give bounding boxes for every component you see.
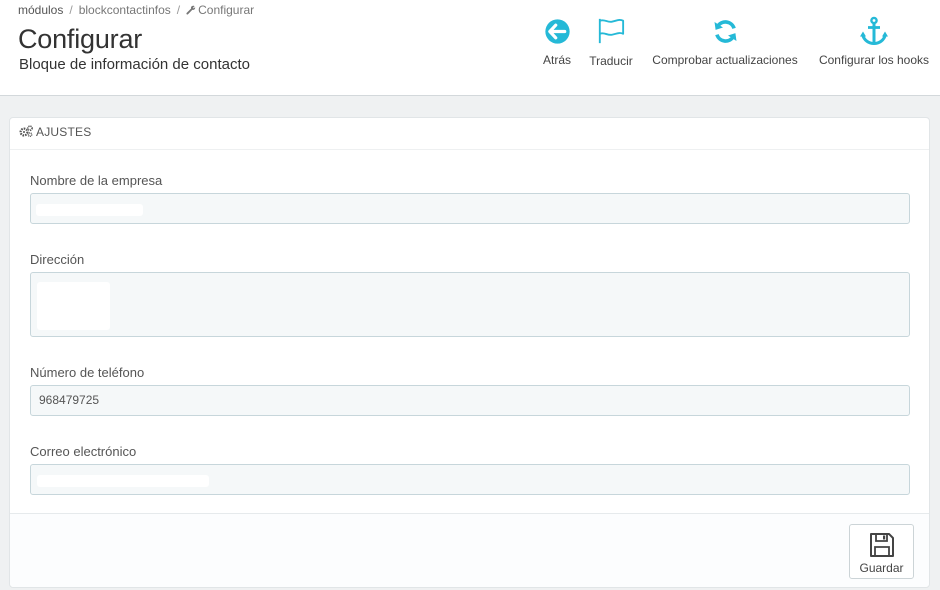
back-label: Atrás: [542, 53, 571, 67]
translate-label: Traducir: [589, 54, 633, 68]
floppy-disk-icon: [869, 533, 894, 557]
configure-hooks-button[interactable]: Configurar los hooks: [815, 16, 933, 67]
breadcrumb: módulos / blockcontactinfos / Configurar: [18, 3, 254, 17]
panel-heading-label: AJUSTES: [36, 125, 92, 139]
phone-field[interactable]: 968479725: [30, 385, 910, 416]
address-field[interactable]: [30, 272, 910, 337]
page-subtitle: Bloque de información de contacto: [19, 56, 250, 73]
cogs-icon: [19, 125, 33, 137]
breadcrumb-item-module[interactable]: blockcontactinfos: [79, 3, 171, 17]
redacted-text: [37, 282, 110, 330]
panel-heading: AJUSTES: [10, 118, 929, 150]
anchor-icon: [860, 16, 888, 46]
refresh-icon: [714, 20, 736, 43]
save-label: Guardar: [859, 561, 904, 575]
breadcrumb-item-configure: Configurar: [198, 3, 255, 17]
breadcrumb-separator: /: [69, 3, 73, 17]
company-name-label: Nombre de la empresa: [30, 173, 163, 188]
back-button[interactable]: Atrás: [542, 16, 572, 67]
breadcrumb-item-modules[interactable]: módulos: [18, 3, 63, 17]
page-title: Configurar: [18, 24, 143, 54]
check-updates-label: Comprobar actualizaciones: [652, 53, 798, 67]
email-label: Correo electrónico: [30, 444, 137, 459]
save-button[interactable]: Guardar: [849, 524, 914, 579]
configure-hooks-label: Configurar los hooks: [818, 53, 930, 67]
flag-icon: [598, 18, 625, 44]
panel-footer: Guardar: [10, 513, 929, 587]
redacted-text: [36, 204, 143, 216]
arrow-left-circle-icon: [544, 19, 570, 44]
wrench-icon: [186, 5, 196, 15]
check-updates-button[interactable]: Comprobar actualizaciones: [647, 16, 803, 67]
redacted-text: [37, 475, 209, 487]
translate-button[interactable]: Traducir: [586, 16, 636, 68]
phone-label: Número de teléfono: [30, 365, 145, 380]
page-header: módulos / blockcontactinfos / Configurar Con…: [0, 0, 940, 96]
company-name-field[interactable]: [30, 193, 910, 224]
settings-panel: AJUSTES Nombre de la empresa Dirección N…: [9, 117, 930, 588]
address-label: Dirección: [30, 252, 85, 267]
breadcrumb-separator: /: [176, 3, 181, 17]
